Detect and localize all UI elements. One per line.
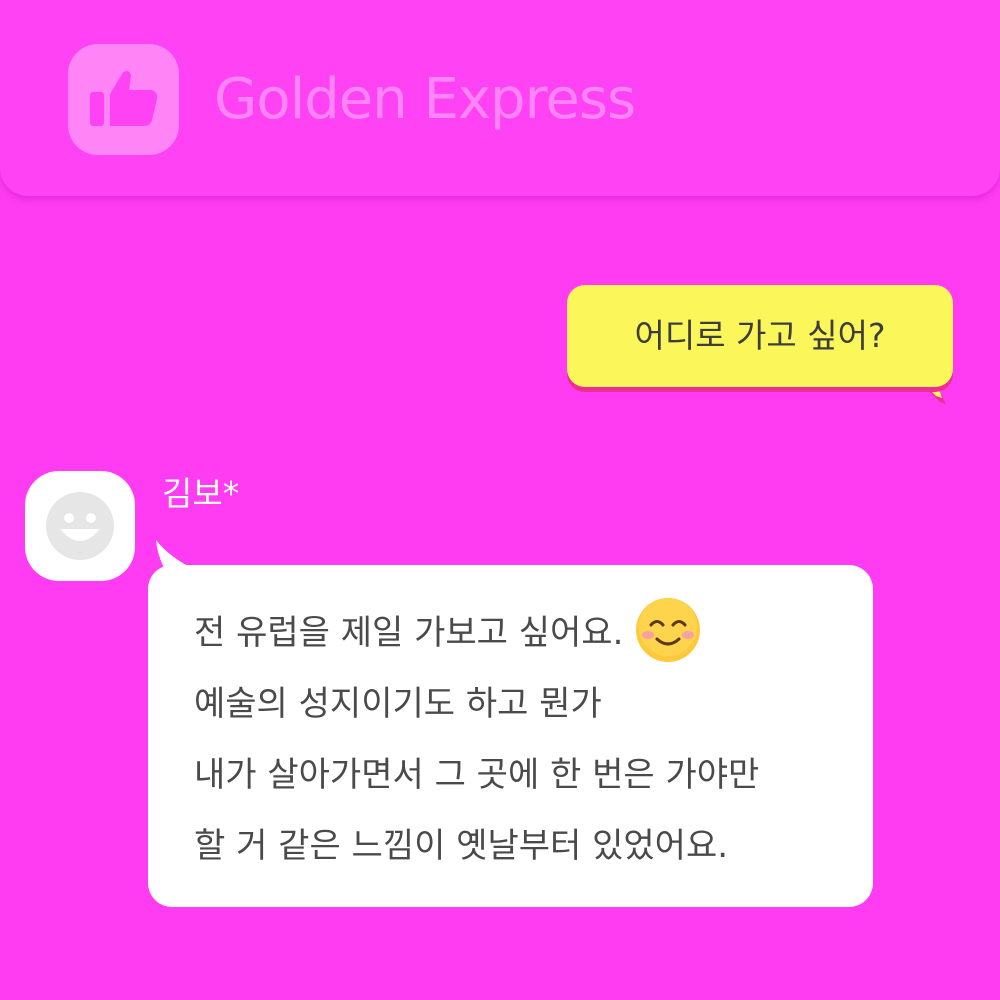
outgoing-message-bubble[interactable]: 어디로 가고 싶어? xyxy=(567,285,953,387)
message-line: 예술의 성지이기도 하고 뭔가 xyxy=(194,684,602,724)
incoming-message-text: 전 유럽을 제일 가보고 싶어요. 예술의 성지이기도 하고 뭔가 내가 살아가… xyxy=(194,597,760,882)
outgoing-message-text: 어디로 가고 싶어? xyxy=(634,316,886,355)
message-line: 전 유럽을 제일 가보고 싶어요. xyxy=(194,597,759,669)
thumbs-up-icon xyxy=(68,44,179,155)
message-line: 내가 살아가면서 그 곳에 한 번은 가야만 xyxy=(194,755,760,795)
app-header: Golden Express xyxy=(0,0,1000,196)
incoming-message-bubble[interactable]: 전 유럽을 제일 가보고 싶어요. 예술의 성지이기도 하고 뭔가 내가 살아가… xyxy=(148,565,873,907)
sender-avatar[interactable] xyxy=(25,471,135,581)
app-title: Golden Express xyxy=(214,67,636,132)
smiling-face-avatar-icon xyxy=(46,492,114,560)
smiling-face-emoji xyxy=(636,597,701,662)
sender-name: 김보* xyxy=(162,474,240,513)
message-line: 할 거 같은 느낌이 옛날부터 있었어요. xyxy=(194,826,729,866)
